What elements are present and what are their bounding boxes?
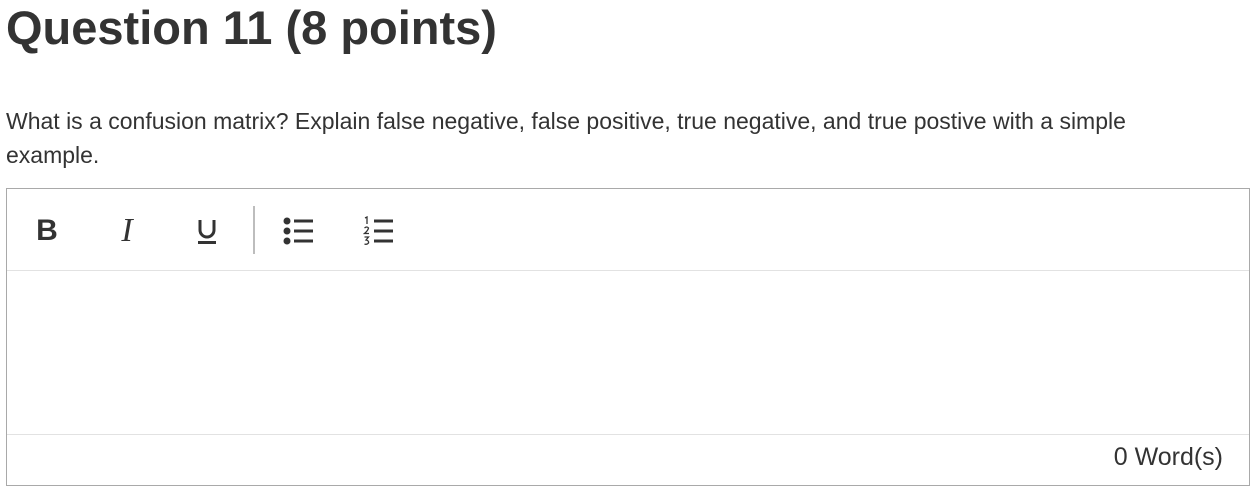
rich-text-editor: B I 0 Word(s) xyxy=(6,188,1250,486)
bulleted-list-button[interactable] xyxy=(275,206,323,256)
question-prompt: What is a confusion matrix? Explain fals… xyxy=(6,108,1126,168)
underline-button[interactable] xyxy=(183,206,231,256)
question-title: Question 11 (8 points) xyxy=(6,1,497,54)
bold-icon: B xyxy=(36,214,58,247)
italic-icon: I xyxy=(121,212,133,249)
bulleted-list-icon xyxy=(283,217,313,245)
editor-footer: 0 Word(s) xyxy=(7,435,1249,485)
answer-textarea[interactable] xyxy=(7,271,1249,435)
word-count: 0 Word(s) xyxy=(1113,443,1223,471)
numbered-list-icon xyxy=(363,216,393,245)
numbered-list-button[interactable] xyxy=(355,206,403,256)
toolbar-divider xyxy=(253,206,255,254)
italic-button[interactable]: I xyxy=(103,206,151,256)
editor-toolbar: B I xyxy=(7,189,1249,271)
bold-button[interactable]: B xyxy=(23,206,71,256)
underline-icon xyxy=(198,220,216,244)
